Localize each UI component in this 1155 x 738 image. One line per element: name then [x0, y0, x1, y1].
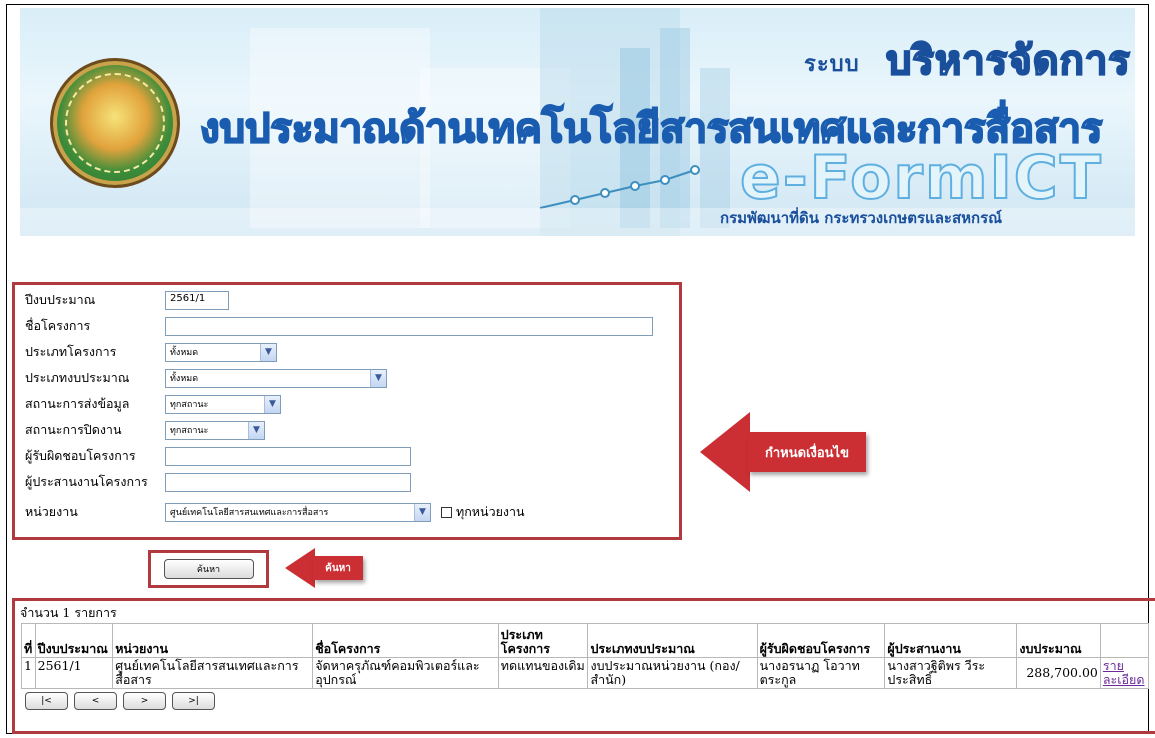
chevron-down-icon[interactable]: ▼	[370, 369, 386, 387]
cell-coordinator: นางสาวฐิติพร วีระประสิทธิ์	[884, 657, 1018, 689]
cell-detail: รายละเอียด	[1099, 657, 1150, 689]
logo-ring	[65, 73, 165, 173]
chevron-down-icon[interactable]: ▼	[248, 421, 264, 439]
chevron-down-icon[interactable]: ▼	[264, 395, 280, 413]
result-count: จำนวน 1 รายการ	[20, 605, 117, 620]
coordinator-row: ผู้ประสานงานโครงการ	[25, 471, 411, 493]
submit-status-label: สถานะการส่งข้อมูล	[25, 396, 130, 411]
coordinator-label: ผู้ประสานงานโครงการ	[25, 474, 148, 489]
fiscal-year-row: ปีงบประมาณ 2561/1	[25, 289, 229, 311]
owner-input[interactable]	[165, 446, 411, 466]
cell-budget: 288,700.00	[1016, 657, 1101, 689]
col-header: ที่	[21, 623, 36, 658]
unit-label: หน่วยงาน	[25, 504, 78, 519]
product-name: e-FormICT	[739, 142, 1103, 214]
all-units-label: ทุกหน่วยงาน	[456, 504, 525, 519]
budget-type-value: ทั้งหมด	[170, 374, 199, 384]
last-page-button[interactable]: >|	[172, 692, 215, 710]
project-type-value: ทั้งหมด	[170, 348, 199, 358]
detail-link[interactable]: รายละเอียด	[1103, 658, 1145, 687]
fiscal-year-label: ปีงบประมาณ	[25, 292, 96, 307]
col-header: ผู้รับผิดชอบโครงการ	[756, 623, 886, 658]
results-table: ที่ ปีงบประมาณ หน่วยงาน ชื่อโครงการ ประเ…	[21, 623, 1150, 689]
cell-project: จัดหาครุภัณฑ์คอมพิวเตอร์และอุปกรณ์	[312, 657, 499, 689]
search-callout: ค้นหา	[313, 556, 363, 580]
project-name-input[interactable]	[165, 316, 653, 336]
search-button[interactable]: ค้นหา	[163, 559, 254, 579]
unit-select[interactable]: ศูนย์เทคโนโลยีสารสนเทศและการสื่อสาร ▼	[165, 502, 431, 522]
cell-unit: ศูนย์เทคโนโลยีสารสนเทศและการสื่อสาร	[112, 657, 314, 689]
results-panel: จำนวน 1 รายการ ที่ ปีงบประมาณ หน่วยงาน ช…	[12, 598, 1155, 734]
col-header: งบประมาณ	[1016, 623, 1101, 658]
col-header: ประเภทงบประมาณ	[587, 623, 758, 658]
callout-arrow-head	[285, 548, 315, 588]
project-type-label: ประเภทโครงการ	[25, 344, 117, 359]
next-page-button[interactable]: >	[123, 692, 166, 710]
budget-type-label: ประเภทงบประมาณ	[25, 370, 130, 385]
close-status-row: สถานะการปิดงาน ทุกสถานะ ▼	[25, 419, 265, 441]
system-prefix: ระบบ	[804, 52, 860, 77]
cell-owner: นางอรนาฏ โอวาทตระกูล	[756, 657, 886, 689]
callout-arrow-head	[700, 412, 750, 492]
pager: |< < > >|	[25, 692, 215, 710]
department-name: กรมพัฒนาที่ดิน กระทรวงเกษตรและสหกรณ์	[720, 209, 1003, 227]
department-logo	[50, 58, 180, 188]
system-title: บริหารจัดการ	[885, 37, 1131, 85]
budget-type-row: ประเภทงบประมาณ ทั้งหมด ▼	[25, 367, 387, 389]
owner-label: ผู้รับผิดชอบโครงการ	[25, 448, 136, 463]
project-type-row: ประเภทโครงการ ทั้งหมด ▼	[25, 341, 277, 363]
header-banner: ระบบ บริหารจัดการ งบประมาณด้านเทคโนโลยีส…	[20, 8, 1135, 236]
chevron-down-icon[interactable]: ▼	[414, 503, 430, 521]
conditions-callout: กำหนดเงื่อนไข	[748, 432, 866, 472]
close-status-value: ทุกสถานะ	[170, 426, 209, 436]
all-units-checkbox[interactable]	[441, 506, 452, 518]
close-status-select[interactable]: ทุกสถานะ ▼	[165, 420, 265, 440]
close-status-label: สถานะการปิดงาน	[25, 422, 122, 437]
coordinator-input[interactable]	[165, 472, 411, 492]
fiscal-year-input[interactable]: 2561/1	[165, 290, 229, 310]
submit-status-value: ทุกสถานะ	[170, 400, 209, 410]
col-header	[1099, 623, 1150, 658]
table-row: 1 2561/1 ศูนย์เทคโนโลยีสารสนเทศและการสื่…	[21, 657, 1150, 689]
chevron-down-icon[interactable]: ▼	[260, 343, 276, 361]
prev-page-button[interactable]: <	[74, 692, 117, 710]
project-type-select[interactable]: ทั้งหมด ▼	[165, 342, 277, 362]
cell-budget-type: งบประมาณหน่วยงาน (กอง/สำนัก)	[587, 657, 758, 689]
submit-status-select[interactable]: ทุกสถานะ ▼	[165, 394, 281, 414]
col-header: ปีงบประมาณ	[34, 623, 114, 658]
unit-row: หน่วยงาน ศูนย์เทคโนโลยีสารสนเทศและการสื่…	[25, 501, 525, 523]
owner-row: ผู้รับผิดชอบโครงการ	[25, 445, 411, 467]
cell-no: 1	[21, 657, 36, 689]
col-header: ผู้ประสานงาน	[884, 623, 1018, 658]
col-header: ชื่อโครงการ	[312, 623, 499, 658]
col-header: ประเภทโครงการ	[497, 623, 589, 658]
cell-project-type: ทดแทนของเดิม	[497, 657, 589, 689]
search-button-highlight: ค้นหา	[148, 550, 269, 588]
project-name-label: ชื่อโครงการ	[25, 318, 91, 333]
first-page-button[interactable]: |<	[25, 692, 68, 710]
cell-year: 2561/1	[34, 657, 114, 689]
unit-value: ศูนย์เทคโนโลยีสารสนเทศและการสื่อสาร	[170, 508, 329, 518]
table-header-row: ที่ ปีงบประมาณ หน่วยงาน ชื่อโครงการ ประเ…	[21, 623, 1150, 658]
project-name-row: ชื่อโครงการ	[25, 315, 653, 337]
search-conditions-panel: ปีงบประมาณ 2561/1 ชื่อโครงการ ประเภทโครง…	[12, 282, 682, 540]
budget-type-select[interactable]: ทั้งหมด ▼	[165, 368, 387, 388]
submit-status-row: สถานะการส่งข้อมูล ทุกสถานะ ▼	[25, 393, 281, 415]
col-header: หน่วยงาน	[112, 623, 314, 658]
